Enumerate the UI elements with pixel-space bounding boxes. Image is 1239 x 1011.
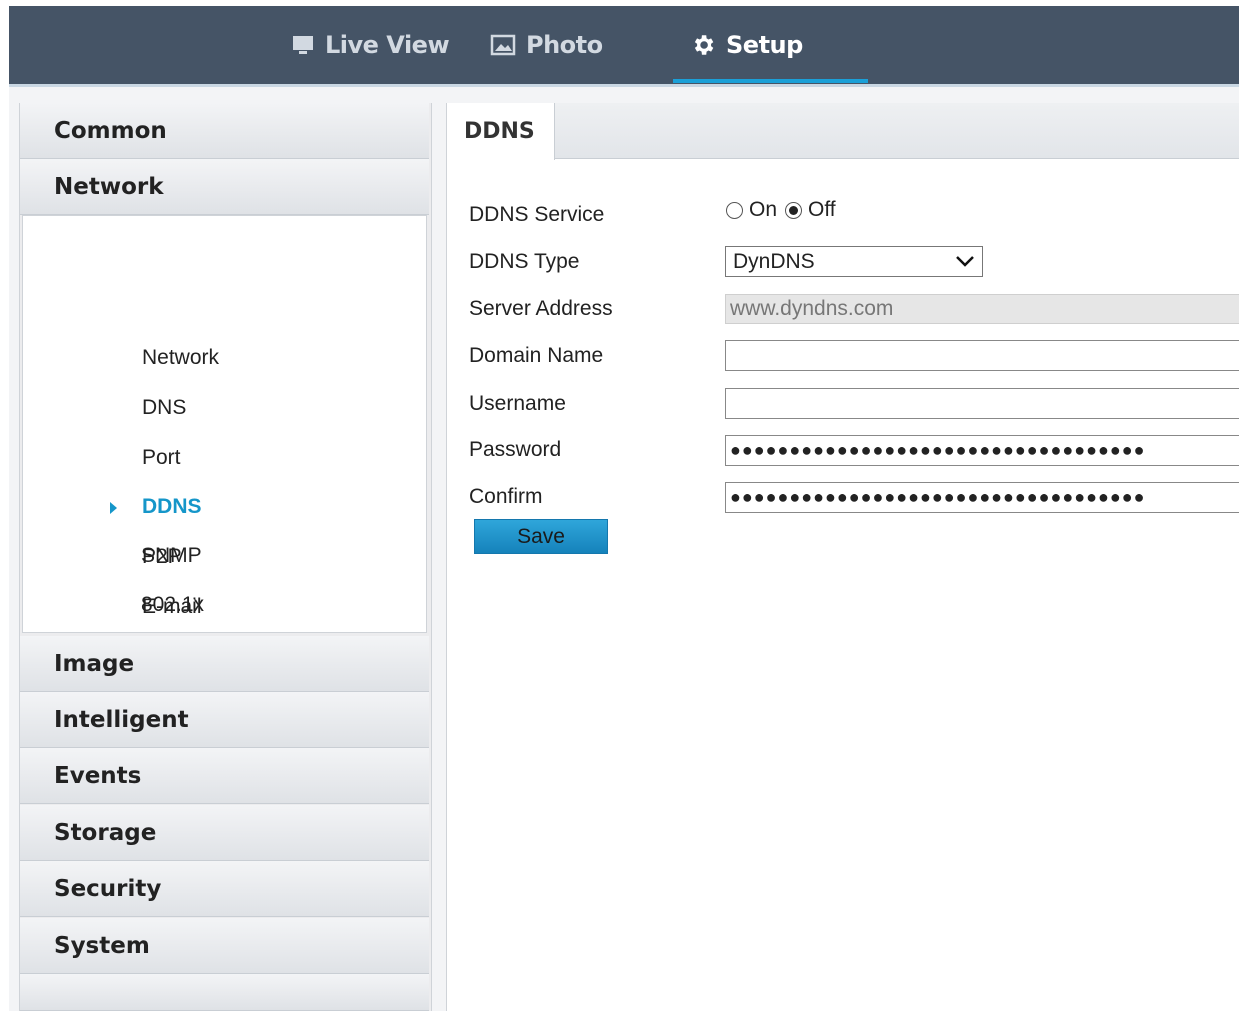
active-arrow-icon <box>110 502 117 514</box>
ddns-service-radio-group: On Off <box>726 198 836 222</box>
top-navigation-bar: Live View Photo Setup <box>9 6 1239 84</box>
ddns-off-label: Off <box>808 198 836 221</box>
ddns-type-value: DynDNS <box>733 249 815 273</box>
image-icon <box>490 33 516 57</box>
sidebar-item-ddns[interactable]: DDNS <box>142 495 202 519</box>
monitor-icon <box>291 33 315 57</box>
sidebar-category-events[interactable]: Events <box>20 748 429 804</box>
ddns-type-select[interactable]: DynDNS <box>725 246 983 277</box>
confirm-label: Confirm <box>469 485 543 508</box>
sidebar-category-intelligent[interactable]: Intelligent <box>20 692 429 748</box>
nav-tab-label: Photo <box>526 31 603 59</box>
nav-tab-label: Live View <box>325 31 450 59</box>
main-panel: DDNS <box>446 103 1239 1011</box>
password-input[interactable]: ●●●●●●●●●●●●●●●●●●●●●●●●●●●●●●●●●●● <box>725 435 1239 466</box>
server-address-field: www.dyndns.com <box>725 294 1239 324</box>
domain-name-label: Domain Name <box>469 344 604 367</box>
sidebar-spacer <box>20 974 429 1011</box>
sidebar-category-image[interactable]: Image <box>20 636 429 692</box>
server-address-label: Server Address <box>469 297 613 320</box>
sidebar-item-8021x[interactable]: 802.1x <box>141 593 204 617</box>
chevron-down-icon <box>954 251 976 277</box>
ddns-off-radio[interactable] <box>785 201 803 219</box>
nav-tab-setup[interactable]: Setup <box>690 6 803 84</box>
nav-tab-live-view[interactable]: Live View <box>291 6 450 84</box>
sidebar-item-port[interactable]: Port <box>142 446 181 470</box>
active-tab-indicator <box>673 79 868 83</box>
username-input[interactable] <box>725 388 1239 419</box>
ddns-on-label: On <box>749 198 778 221</box>
nav-tab-label: Setup <box>726 31 803 59</box>
domain-name-input[interactable] <box>725 340 1239 371</box>
gear-icon <box>690 32 716 58</box>
sidebar-item-dns[interactable]: DNS <box>142 396 186 420</box>
ddns-service-label: DDNS Service <box>469 203 605 226</box>
sidebar-category-network[interactable]: Network <box>20 159 429 215</box>
password-label: Password <box>469 438 562 461</box>
ddns-on-radio[interactable] <box>726 201 743 219</box>
sidebar-item-network[interactable]: Network <box>142 346 219 370</box>
username-label: Username <box>469 392 566 415</box>
sidebar-category-system[interactable]: System <box>20 918 429 974</box>
network-submenu: Network DNS Port DDNS P2P E-mail <box>22 215 427 633</box>
sidebar-item-snmp[interactable]: SNMP <box>141 544 202 568</box>
tab-ddns[interactable]: DDNS <box>447 103 555 160</box>
sidebar-category-security[interactable]: Security <box>20 861 429 917</box>
sidebar-category-common[interactable]: Common <box>20 103 429 159</box>
sidebar-category-storage[interactable]: Storage <box>20 805 429 861</box>
ddns-type-label: DDNS Type <box>469 250 580 273</box>
tab-strip: DDNS <box>447 103 1239 160</box>
save-button[interactable]: Save <box>474 519 608 554</box>
sidebar: Common Network Network DNS Port DDNS P2P… <box>19 103 432 1011</box>
confirm-password-input[interactable]: ●●●●●●●●●●●●●●●●●●●●●●●●●●●●●●●●●●● <box>725 482 1239 513</box>
nav-tab-photo[interactable]: Photo <box>490 6 603 84</box>
